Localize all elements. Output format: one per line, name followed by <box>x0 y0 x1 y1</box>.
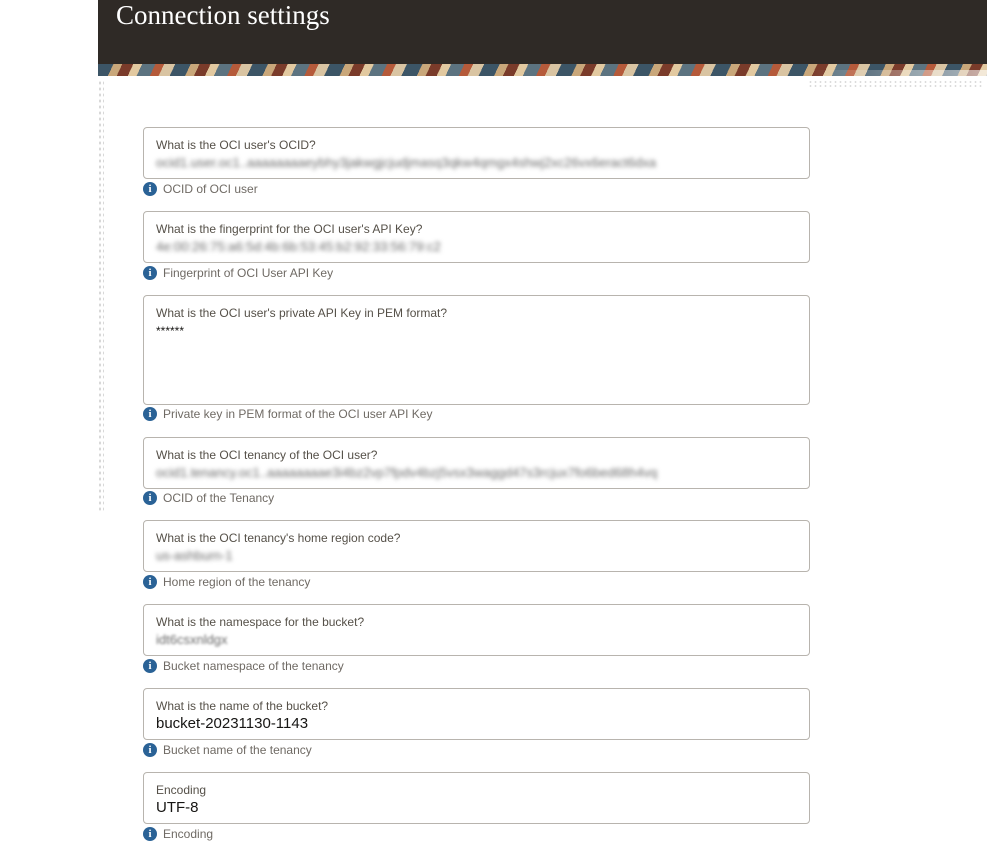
info-icon: i <box>143 491 157 505</box>
field-label: What is the OCI user's OCID? <box>156 138 316 152</box>
field-label: What is the fingerprint for the OCI user… <box>156 222 423 236</box>
banner-fade <box>98 70 987 76</box>
help-text-encoding: i Encoding <box>143 827 213 841</box>
bucket-namespace-field[interactable]: What is the namespace for the bucket? id… <box>143 604 810 656</box>
field-value[interactable]: ocid1.user.oc1..aaaaaaaaeybhy3jakwgjcjud… <box>156 155 656 170</box>
help-text-home-region: i Home region of the tenancy <box>143 575 310 589</box>
field-value[interactable]: idt6csxnldgx <box>156 632 228 647</box>
help-text-bucket-name: i Bucket name of the tenancy <box>143 743 312 757</box>
field-label: What is the OCI tenancy of the OCI user? <box>156 448 378 462</box>
home-region-field[interactable]: What is the OCI tenancy's home region co… <box>143 520 810 572</box>
help-label: OCID of OCI user <box>163 182 258 196</box>
help-label: Bucket namespace of the tenancy <box>163 659 344 673</box>
field-value[interactable]: ocid1.tenancy.oc1..aaaaaaaae3i4bz2vp7fpd… <box>156 465 657 480</box>
fingerprint-field[interactable]: What is the fingerprint for the OCI user… <box>143 211 810 263</box>
decorative-dots-left <box>98 80 104 512</box>
field-value[interactable]: us-ashburn-1 <box>156 548 233 563</box>
info-icon: i <box>143 407 157 421</box>
help-text-private-key: i Private key in PEM format of the OCI u… <box>143 407 432 421</box>
page-title: Connection settings <box>116 0 330 30</box>
field-label: What is the namespace for the bucket? <box>156 615 365 629</box>
help-label: Home region of the tenancy <box>163 575 311 589</box>
tenancy-ocid-field[interactable]: What is the OCI tenancy of the OCI user?… <box>143 437 810 489</box>
decorative-dots-right <box>808 80 984 88</box>
encoding-field[interactable]: Encoding UTF-8 <box>143 772 810 824</box>
help-text-bucket-namespace: i Bucket namespace of the tenancy <box>143 659 344 673</box>
help-label: Encoding <box>163 827 214 841</box>
field-label: What is the OCI tenancy's home region co… <box>156 531 401 545</box>
field-value[interactable]: UTF-8 <box>156 799 199 816</box>
field-label: What is the name of the bucket? <box>156 699 329 713</box>
help-text-fingerprint: i Fingerprint of OCI User API Key <box>143 266 333 280</box>
help-text-user-ocid: i OCID of OCI user <box>143 182 258 196</box>
user-ocid-field[interactable]: What is the OCI user's OCID? ocid1.user.… <box>143 127 810 179</box>
info-icon: i <box>143 659 157 673</box>
field-value[interactable]: ****** <box>156 324 184 338</box>
help-label: OCID of the Tenancy <box>163 491 275 505</box>
field-value[interactable]: bucket-20231130-1143 <box>156 715 308 732</box>
info-icon: i <box>143 575 157 589</box>
help-text-tenancy: i OCID of the Tenancy <box>143 491 274 505</box>
bucket-name-field[interactable]: What is the name of the bucket? bucket-2… <box>143 688 810 740</box>
help-label: Private key in PEM format of the OCI use… <box>163 407 433 421</box>
info-icon: i <box>143 182 157 196</box>
help-label: Fingerprint of OCI User API Key <box>163 266 334 280</box>
info-icon: i <box>143 827 157 841</box>
info-icon: i <box>143 266 157 280</box>
page-header: Connection settings <box>98 0 987 64</box>
info-icon: i <box>143 743 157 757</box>
help-label: Bucket name of the tenancy <box>163 743 312 757</box>
field-label: Encoding <box>156 783 207 797</box>
private-key-textarea[interactable]: What is the OCI user's private API Key i… <box>143 295 810 405</box>
field-label: What is the OCI user's private API Key i… <box>156 306 448 320</box>
field-value[interactable]: 4e:00:26:75:a6:5d:4b:6b:53:45:b2:92:33:5… <box>156 239 441 254</box>
